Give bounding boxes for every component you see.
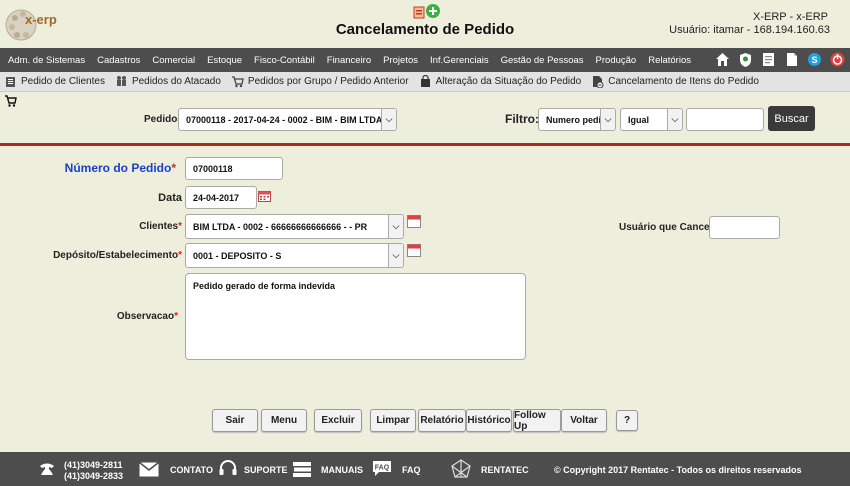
divider bbox=[0, 143, 850, 146]
badge-icon[interactable] bbox=[737, 51, 754, 68]
register-icon[interactable] bbox=[407, 243, 421, 257]
document-icon[interactable] bbox=[413, 6, 425, 19]
pedidos-select[interactable]: 07000118 - 2017-04-24 - 0002 - BIM - BIM… bbox=[178, 108, 397, 131]
limpar-button[interactable]: Limpar bbox=[370, 409, 416, 432]
submenu-label: Pedidos por Grupo / Pedido Anterior bbox=[247, 76, 409, 87]
header: x-erp Cancelamento de Pedido X-ERP - x-E… bbox=[0, 0, 850, 48]
follow-up-button[interactable]: Follow Up bbox=[513, 409, 561, 432]
menu-button[interactable]: Menu bbox=[261, 409, 307, 432]
add-icon[interactable] bbox=[426, 4, 440, 18]
data-input[interactable]: 24-04-2017 bbox=[185, 186, 257, 209]
submenu-pedido-clientes[interactable]: Pedido de Clientes bbox=[0, 75, 111, 88]
filtro-label: Filtro: bbox=[505, 112, 539, 126]
data-label: Data bbox=[158, 192, 182, 204]
submenu-label: Alteração da Situação do Pedido bbox=[435, 76, 582, 87]
voltar-button[interactable]: Voltar bbox=[561, 409, 607, 432]
historico-button[interactable]: Histórico bbox=[466, 409, 512, 432]
menu-item-inf-gerenciais[interactable]: Inf.Gerenciais bbox=[424, 55, 495, 66]
svg-text:S: S bbox=[811, 55, 817, 65]
menu-item-fisco-contabil[interactable]: Fisco-Contábil bbox=[248, 55, 321, 66]
faq-bubble-icon[interactable]: FAQ bbox=[371, 459, 393, 477]
bag-icon bbox=[420, 75, 430, 87]
menu-item-relatorios[interactable]: Relatórios bbox=[642, 55, 697, 66]
submenu-cancelamento-itens[interactable]: Cancelamento de Itens do Pedido bbox=[587, 75, 765, 88]
power-icon[interactable] bbox=[829, 51, 846, 68]
filter-field-select[interactable]: Numero pedi ⌵ bbox=[538, 108, 616, 131]
sair-button[interactable]: Sair bbox=[212, 409, 258, 432]
filter-operator-select[interactable]: Igual ⌵ bbox=[620, 108, 683, 131]
menu-item-cadastros[interactable]: Cadastros bbox=[91, 55, 146, 66]
pedidos-select-value: 07000118 - 2017-04-24 - 0002 - BIM - BIM… bbox=[186, 114, 388, 125]
phone-1: (41)3049-2811 bbox=[64, 460, 123, 470]
headset-icon[interactable] bbox=[218, 460, 238, 478]
menu-icons: S bbox=[714, 51, 846, 68]
rentatec-label: RENTATEC bbox=[481, 465, 529, 475]
filter-field-value: Numero pedi bbox=[546, 114, 602, 125]
chevron-down-icon: ⌵ bbox=[381, 109, 396, 130]
submenu-label: Cancelamento de Itens do Pedido bbox=[608, 76, 759, 87]
submenu-label: Pedidos do Atacado bbox=[131, 76, 221, 87]
cart-icon[interactable] bbox=[4, 95, 18, 107]
document-cancel-icon bbox=[593, 76, 604, 88]
phone-2: (41)3049-2833 bbox=[64, 471, 124, 481]
menu-item-adm-sistemas[interactable]: Adm. de Sistemas bbox=[0, 55, 91, 66]
filter-search-input[interactable] bbox=[686, 108, 764, 131]
mail-icon[interactable] bbox=[139, 462, 159, 477]
skype-icon[interactable]: S bbox=[806, 51, 823, 68]
menu-item-estoque[interactable]: Estoque bbox=[201, 55, 248, 66]
numero-pedido-input[interactable]: 07000118 bbox=[185, 157, 283, 180]
app-name: X-ERP - x-ERP bbox=[753, 11, 828, 23]
faq-icon-label: FAQ bbox=[375, 465, 390, 472]
people-icon bbox=[116, 76, 126, 86]
submenu-label: Pedido de Clientes bbox=[21, 76, 105, 87]
clipboard-icon bbox=[6, 77, 15, 87]
sub-menu: Pedido de Clientes Pedidos do Atacado Pe… bbox=[0, 72, 850, 92]
user-info: Usuário: itamar - 168.194.160.63 bbox=[669, 24, 830, 36]
notes-icon[interactable] bbox=[760, 51, 777, 68]
usuario-cancelou-input[interactable] bbox=[709, 216, 780, 239]
menu-item-gestao-pessoas[interactable]: Gestão de Pessoas bbox=[495, 55, 590, 66]
menu-item-comercial[interactable]: Comercial bbox=[146, 55, 201, 66]
excluir-button[interactable]: Excluir bbox=[314, 409, 362, 432]
numero-pedido-label: Número do Pedido* bbox=[64, 161, 176, 175]
books-icon[interactable] bbox=[292, 461, 312, 478]
menu-item-financeiro[interactable]: Financeiro bbox=[321, 55, 377, 66]
deposito-select[interactable]: 0001 - DEPOSITO - S ⌵ bbox=[185, 243, 404, 268]
cart-icon bbox=[231, 76, 244, 88]
relatorio-button[interactable]: Relatório bbox=[418, 409, 466, 432]
register-icon[interactable] bbox=[407, 214, 421, 228]
footer: (41)3049-2811 (41)3049-2833 CONTATO SUPO… bbox=[0, 452, 850, 486]
rentatec-logo-icon bbox=[451, 459, 471, 478]
faq-link[interactable]: FAQ bbox=[402, 465, 421, 475]
deposito-select-value: 0001 - DEPOSITO - S bbox=[193, 250, 282, 261]
copyright-text: © Copyright 2017 Rentatec - Todos os dir… bbox=[554, 465, 802, 475]
chevron-down-icon: ⌵ bbox=[388, 215, 403, 238]
clientes-select[interactable]: BIM LTDA - 0002 - 66666666666666 - - PR … bbox=[185, 214, 404, 239]
deposito-label: Depósito/Estabelecimento* bbox=[53, 250, 182, 261]
clientes-select-value: BIM LTDA - 0002 - 66666666666666 - - PR bbox=[193, 221, 368, 232]
contato-link[interactable]: CONTATO bbox=[170, 465, 213, 475]
menu-item-projetos[interactable]: Projetos bbox=[377, 55, 424, 66]
calendar-icon[interactable] bbox=[258, 190, 271, 202]
menu-item-producao[interactable]: Produção bbox=[590, 55, 643, 66]
observacao-label: Observacao* bbox=[116, 311, 178, 322]
chevron-down-icon: ⌵ bbox=[388, 244, 403, 267]
phone-icon bbox=[40, 463, 54, 475]
chevron-down-icon: ⌵ bbox=[600, 109, 615, 130]
clientes-label: Clientes* bbox=[139, 221, 182, 232]
chevron-down-icon: ⌵ bbox=[667, 109, 682, 130]
help-button[interactable]: ? bbox=[616, 410, 638, 431]
main-menu: Adm. de Sistemas Cadastros Comercial Est… bbox=[0, 48, 850, 72]
filter-operator-value: Igual bbox=[628, 114, 650, 125]
submenu-pedidos-grupo[interactable]: Pedidos por Grupo / Pedido Anterior bbox=[227, 75, 415, 88]
home-icon[interactable] bbox=[714, 51, 731, 68]
document-icon[interactable] bbox=[783, 51, 800, 68]
submenu-pedidos-atacado[interactable]: Pedidos do Atacado bbox=[111, 75, 227, 88]
observacao-textarea[interactable]: Pedido gerado de forma indevida bbox=[185, 273, 526, 360]
manuais-link[interactable]: MANUAIS bbox=[321, 465, 363, 475]
suporte-link[interactable]: SUPORTE bbox=[244, 465, 288, 475]
submenu-alteracao-situacao[interactable]: Alteração da Situação do Pedido bbox=[415, 75, 588, 88]
buscar-button[interactable]: Buscar bbox=[768, 106, 815, 131]
